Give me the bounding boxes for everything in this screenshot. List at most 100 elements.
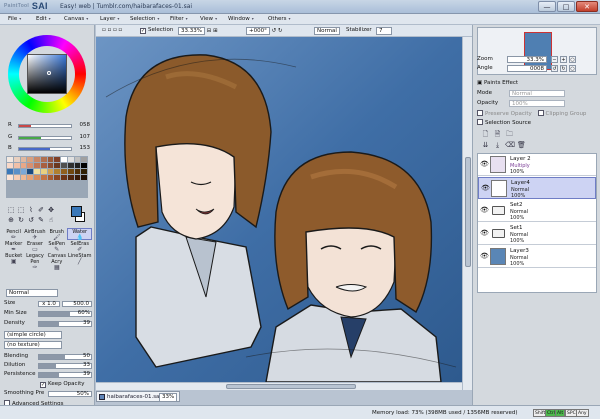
zoom-field[interactable]: 33.33% ⊟ ⊞ [178, 27, 218, 35]
layer-item-layer2[interactable]: 👁 Layer 2 Multiply 100% [478, 154, 596, 176]
layer-mode-row[interactable]: Mode Normal [477, 90, 597, 98]
color-swatch[interactable] [67, 163, 74, 168]
lasso-icon[interactable]: ⌇ [26, 205, 36, 215]
new-folder-icon[interactable]: 🗀 [505, 130, 514, 139]
delete-layer-icon[interactable]: 🗑 [517, 141, 526, 150]
size-value[interactable]: 500.0 [62, 301, 92, 307]
color-swatch[interactable] [47, 157, 54, 162]
brush-legacy-pen[interactable]: Legacy Pen ✑ [23, 252, 46, 271]
blending-row[interactable]: Blending 50 [4, 353, 92, 361]
document-tab[interactable]: haibarafaces-01.sai 33% [96, 391, 180, 402]
color-swatch[interactable] [54, 163, 60, 168]
rotate-back-icon[interactable]: ↺ [26, 215, 36, 225]
color-swatch[interactable] [7, 163, 13, 168]
merge-down-icon[interactable]: ⤓ [493, 141, 502, 150]
rotate-buttons-icon[interactable]: ↺ ↻ [272, 28, 283, 34]
pen-icon[interactable]: ✎ [36, 215, 46, 225]
layer-item-layer4[interactable]: 👁 Layer4 Normal 100% [478, 177, 596, 199]
zoom-buttons-icon[interactable]: ⊟ ⊞ [207, 28, 218, 34]
eye-icon[interactable]: 👁 [481, 184, 490, 192]
brush-marker[interactable]: Marker ✒ [4, 240, 23, 253]
horizontal-scroll-thumb[interactable] [226, 384, 356, 389]
eye-icon[interactable]: 👁 [480, 229, 489, 237]
brush-shape-select[interactable]: (simple circle) [4, 331, 62, 339]
brush-pencil[interactable]: Pencil ✏ [4, 228, 23, 241]
menu-window[interactable]: Window [228, 16, 254, 22]
menu-others[interactable]: Others [268, 16, 291, 22]
saturation-value-picker[interactable] [27, 54, 67, 94]
brush-selpen[interactable]: SelPen ✎ [47, 240, 67, 253]
green-slider[interactable]: G 107 [8, 134, 90, 142]
layer-opacity-slider[interactable]: 100% [509, 100, 565, 107]
menu-file[interactable]: File [8, 16, 21, 22]
magic-wand-icon[interactable]: ✐ [36, 205, 46, 215]
color-swatch[interactable] [67, 175, 74, 180]
density-row[interactable]: Density 39 [4, 320, 92, 328]
horizontal-scrollbar[interactable] [96, 382, 462, 390]
brush-canvas-acry[interactable]: Canvas Acry ▦ [47, 252, 67, 271]
brush-brush[interactable]: Brush 🖌 [47, 228, 67, 241]
blend-mode-field[interactable]: Normal [314, 27, 340, 35]
size-multiplier[interactable]: x 1.0 [38, 301, 60, 307]
toolbar-icons[interactable]: ▫ ▫ ▫ ▫ [102, 27, 122, 33]
paints-effect-header[interactable]: ▣ Paints Effect [477, 80, 597, 88]
color-swatch[interactable] [34, 175, 40, 180]
vertical-scroll-thumb[interactable] [465, 157, 471, 267]
color-swatch[interactable] [47, 169, 54, 174]
layer-mode-select[interactable]: Normal [509, 90, 565, 97]
min-size-row[interactable]: Min Size 60% [4, 310, 92, 318]
color-swatch[interactable] [81, 175, 87, 180]
color-swatch[interactable] [7, 169, 13, 174]
menu-layer[interactable]: Layer [100, 16, 119, 22]
maximize-button[interactable]: □ [557, 1, 575, 12]
menu-selection[interactable]: Selection [130, 16, 159, 22]
layer-item-set2[interactable]: 👁 Set2 Normal 100% [478, 200, 596, 222]
navigator-angle[interactable]: Angle 0008 ↺ ↻ ○ [477, 65, 595, 73]
red-slider[interactable]: R 058 [8, 122, 90, 130]
eye-icon[interactable]: 👁 [480, 206, 489, 214]
menu-filter[interactable]: Filter [170, 16, 188, 22]
color-swatch[interactable] [27, 175, 33, 180]
smoothing-value[interactable]: 50% [48, 391, 92, 397]
color-swatch[interactable] [13, 163, 20, 168]
color-swatch[interactable] [61, 163, 67, 168]
layer-opacity-row[interactable]: Opacity 100% [477, 100, 597, 108]
brush-water[interactable]: Water 💧 [66, 228, 93, 241]
persistence-row[interactable]: Persistence 39 [4, 371, 92, 379]
color-swatch[interactable] [67, 169, 74, 174]
rect-select-alt-icon[interactable]: ⬚ [16, 205, 26, 215]
color-swatch[interactable] [20, 157, 27, 162]
foreground-color[interactable] [71, 206, 82, 217]
color-swatch[interactable] [61, 157, 67, 162]
brush-seleras[interactable]: SelEras ✐ [67, 240, 93, 253]
color-swatch[interactable] [67, 157, 74, 162]
zoom-out-icon[interactable]: − [551, 56, 558, 63]
dilution-row[interactable]: Dilution 33 [4, 362, 92, 370]
brush-eraser[interactable]: Eraser ▭ [23, 240, 46, 253]
color-swatch[interactable] [74, 163, 81, 168]
color-cursor[interactable] [47, 71, 51, 75]
eye-icon[interactable]: 👁 [480, 252, 489, 260]
angle-field[interactable]: +000° ↺ ↻ [246, 27, 283, 35]
color-swatch[interactable] [7, 157, 13, 162]
color-swatch[interactable] [74, 175, 81, 180]
blue-slider[interactable]: B 153 [8, 145, 90, 153]
hand-icon[interactable]: ☝ [46, 215, 56, 225]
color-swatch[interactable] [27, 163, 33, 168]
color-swatch[interactable] [34, 157, 40, 162]
clear-layer-icon[interactable]: ⌫ [505, 141, 515, 150]
size-row[interactable]: Size x 1.0 500.0 [4, 300, 92, 308]
color-swatch[interactable] [47, 163, 54, 168]
brush-linestam[interactable]: LineStam ╱ [67, 252, 93, 265]
color-swatch[interactable] [54, 157, 60, 162]
menu-view[interactable]: View [200, 16, 217, 22]
navigator-zoom[interactable]: Zoom 33.3% − + ○ [477, 56, 595, 64]
color-swatch[interactable] [27, 169, 33, 174]
brush-airbrush[interactable]: AirBrush ✈ [23, 228, 46, 241]
vertical-scrollbar[interactable] [462, 37, 472, 390]
color-swatch[interactable] [40, 169, 47, 174]
new-linework-layer-icon[interactable]: 🗎 [493, 130, 502, 139]
color-swatch[interactable] [74, 157, 81, 162]
layer-item-set1[interactable]: 👁 Set1 Normal 100% [478, 223, 596, 245]
color-swatch[interactable] [13, 169, 20, 174]
